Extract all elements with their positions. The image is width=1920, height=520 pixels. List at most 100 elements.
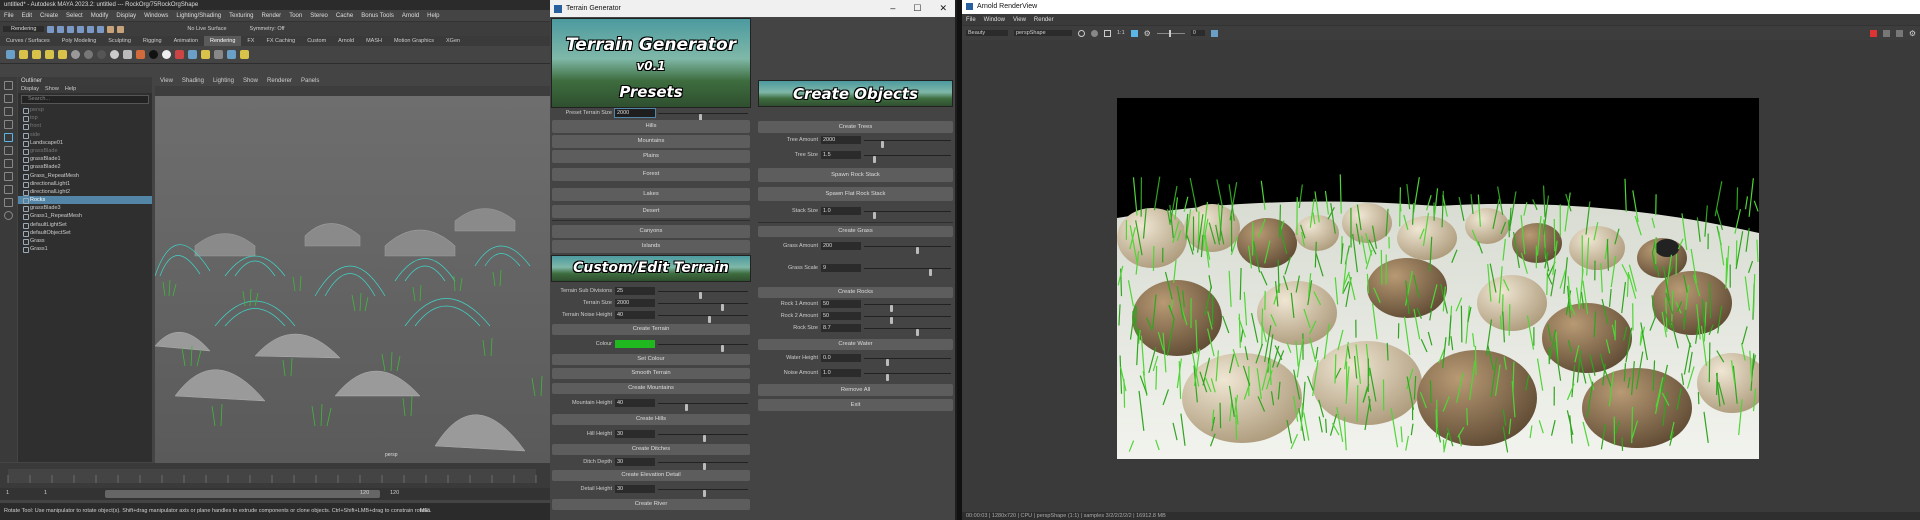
ditch-depth-field[interactable]: 30 xyxy=(615,458,655,466)
detail-height-field[interactable]: 30 xyxy=(615,485,655,493)
range-bar[interactable] xyxy=(105,490,380,498)
create-elevation-detail-button[interactable]: Create Elevation Detail xyxy=(552,470,750,481)
rock-size-field[interactable]: 8.7 xyxy=(821,324,861,332)
outliner-item[interactable]: Grass_RepeatMesh xyxy=(18,172,152,180)
shelf-tab-7[interactable]: FX Caching xyxy=(260,36,301,46)
ipr-icon[interactable] xyxy=(1882,30,1890,37)
exposure-field[interactable]: 0 xyxy=(1190,30,1205,36)
stack-size-slider[interactable] xyxy=(864,211,951,219)
camera-selector[interactable]: perspShape xyxy=(1014,30,1072,36)
terrain-size-field[interactable]: 2000 xyxy=(615,299,655,307)
noise-amount-field[interactable]: 1.0 xyxy=(821,369,861,377)
shelf-tab-8[interactable]: Custom xyxy=(301,36,332,46)
tree-size-field[interactable]: 1.5 xyxy=(821,151,861,159)
remove-all-button[interactable]: Remove All xyxy=(758,384,953,396)
snap-curve-icon[interactable] xyxy=(87,25,95,33)
rock-size-slider[interactable] xyxy=(864,328,951,336)
preset-hills-button[interactable]: Hills xyxy=(552,120,750,133)
create-rocks-button[interactable]: Create Rocks xyxy=(758,287,953,298)
slider-knob[interactable] xyxy=(929,269,933,276)
water-height-field[interactable]: 0.0 xyxy=(821,354,861,362)
snapshot-icon[interactable] xyxy=(1210,29,1218,37)
range-inner-end[interactable]: 120 xyxy=(360,490,369,496)
menu-item-8[interactable]: Texturing xyxy=(229,10,253,21)
paint-icon[interactable] xyxy=(67,25,75,33)
create-hills-button[interactable]: Create Hills xyxy=(552,414,750,425)
hill-height-field[interactable]: 30 xyxy=(615,430,655,438)
slider-knob[interactable] xyxy=(872,156,876,163)
preset-mountains-button[interactable]: Mountains xyxy=(552,135,750,148)
menu-item-1[interactable]: Edit xyxy=(22,10,32,21)
preset-islands-button[interactable]: Islands xyxy=(552,240,750,253)
terrain-size-slider[interactable] xyxy=(658,303,748,311)
water-height-slider[interactable] xyxy=(864,358,951,366)
outliner-item[interactable]: front xyxy=(18,122,152,131)
create-terrain-button[interactable]: Create Terrain xyxy=(552,324,750,335)
colour-swatch[interactable] xyxy=(615,340,655,348)
create-water-button[interactable]: Create Water xyxy=(758,339,953,350)
viewport-menu-0[interactable]: View xyxy=(160,77,173,86)
menu-item-10[interactable]: Toon xyxy=(289,10,302,21)
outliner-item[interactable]: directionalLight1 xyxy=(18,180,152,188)
scale-tool-icon[interactable] xyxy=(4,146,13,155)
slider-knob[interactable] xyxy=(872,212,876,219)
menu-item-0[interactable]: File xyxy=(4,10,14,21)
mountain-height-slider[interactable] xyxy=(658,403,748,411)
preset-forest-button[interactable]: Forest xyxy=(552,168,750,181)
layout-icon[interactable] xyxy=(4,172,13,181)
slider-knob[interactable] xyxy=(916,329,920,336)
sphere-icon[interactable] xyxy=(97,50,106,59)
select-tool-icon[interactable] xyxy=(47,25,55,33)
arv-menu-2[interactable]: View xyxy=(1013,14,1026,25)
arnold-icon[interactable] xyxy=(201,50,210,59)
snap-point-icon[interactable] xyxy=(97,25,105,33)
tree-amount-slider[interactable] xyxy=(864,140,951,148)
outliner-item[interactable]: grassBlade1 xyxy=(18,155,152,164)
menu-item-3[interactable]: Select xyxy=(66,10,83,21)
exit-button[interactable]: Exit xyxy=(758,399,953,411)
sphere-icon[interactable] xyxy=(84,50,93,59)
sphere-icon[interactable] xyxy=(110,50,119,59)
menu-item-11[interactable]: Stereo xyxy=(310,10,328,21)
slider-knob[interactable] xyxy=(698,292,702,299)
hypershade-icon[interactable] xyxy=(188,50,197,59)
crop-icon[interactable] xyxy=(1104,29,1111,37)
move-tool-icon[interactable] xyxy=(4,120,13,129)
slider-knob[interactable] xyxy=(703,463,706,470)
outliner-item[interactable]: Rocks xyxy=(18,196,152,205)
render-image[interactable] xyxy=(1117,98,1759,459)
viewport-menu-5[interactable]: Panels xyxy=(301,77,319,86)
camera-icon[interactable] xyxy=(6,50,15,59)
preset-canyons-button[interactable]: Canyons xyxy=(552,225,750,238)
rock2-amount-field[interactable]: 50 xyxy=(821,312,861,320)
outliner-menu-2[interactable]: Help xyxy=(65,85,76,93)
shelf-tab-12[interactable]: XGen xyxy=(440,36,466,46)
refresh-icon[interactable] xyxy=(1078,29,1085,37)
preset-size-field[interactable]: 2000 xyxy=(614,108,656,118)
outliner-item[interactable]: defaultObjectSet xyxy=(18,229,152,237)
menu-item-15[interactable]: Help xyxy=(427,10,439,21)
menu-item-5[interactable]: Display xyxy=(116,10,136,21)
ditch-depth-slider[interactable] xyxy=(658,462,748,470)
shelf-tool-icon[interactable] xyxy=(227,50,236,59)
symmetry[interactable]: Symmetry: Off xyxy=(250,26,285,32)
outliner-item[interactable]: Grass xyxy=(18,237,152,246)
stack-size-field[interactable]: 1.0 xyxy=(821,207,861,215)
slider-knob[interactable] xyxy=(885,374,889,381)
create-grass-button[interactable]: Create Grass xyxy=(758,226,953,237)
gear-icon[interactable]: ⚙ xyxy=(1144,29,1151,38)
range-inner-start[interactable]: 1 xyxy=(44,490,47,496)
shelf-tab-0[interactable]: Curves / Surfaces xyxy=(0,36,56,46)
outliner-search[interactable]: Search... xyxy=(21,95,149,104)
slider-knob[interactable] xyxy=(885,359,889,366)
outliner-item[interactable]: Grass1 xyxy=(18,245,152,254)
shelf-tab-2[interactable]: Sculpting xyxy=(102,36,137,46)
shelf-tool-icon[interactable] xyxy=(214,50,223,59)
slider-knob[interactable] xyxy=(916,247,920,254)
shelf-tool-icon[interactable] xyxy=(240,50,249,59)
rock1-amount-slider[interactable] xyxy=(864,304,951,312)
shelf-tab-1[interactable]: Poly Modeling xyxy=(56,36,103,46)
shelf-tab-9[interactable]: Arnold xyxy=(332,36,360,46)
slider-knob[interactable] xyxy=(890,317,894,324)
detail-height-slider[interactable] xyxy=(658,489,748,497)
